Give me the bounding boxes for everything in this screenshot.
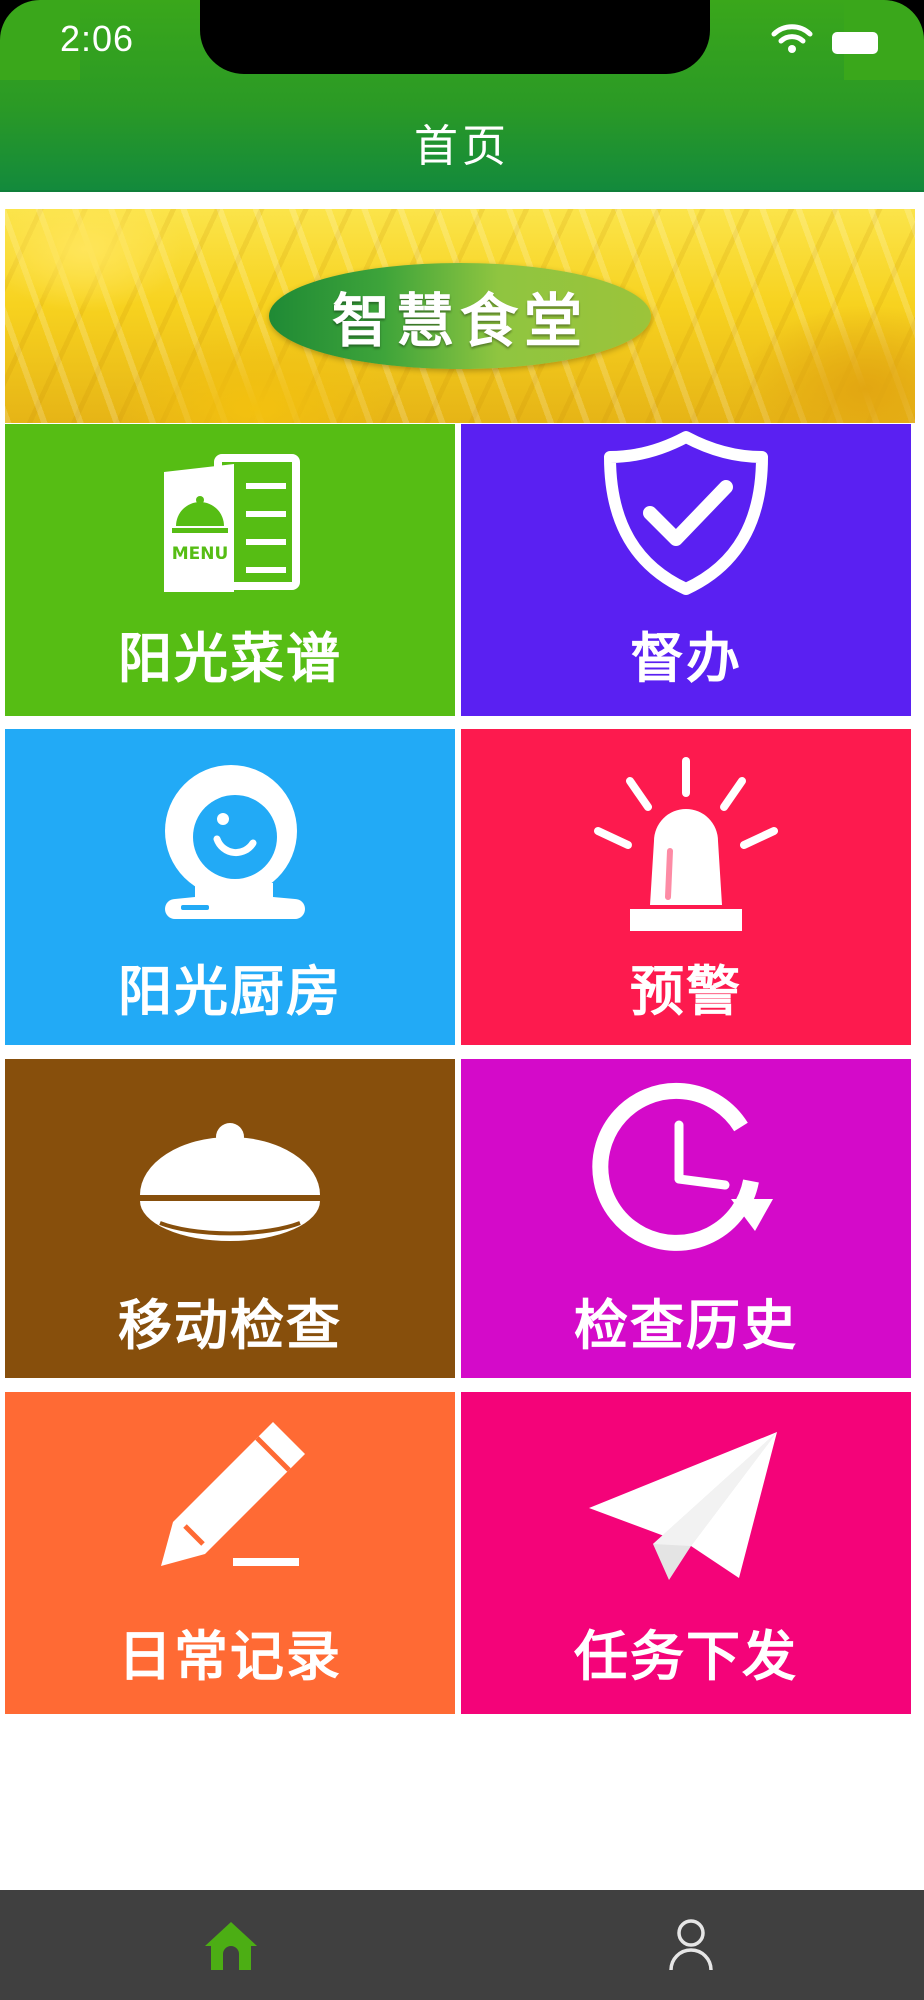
tile-daily-record[interactable]: 日常记录 xyxy=(5,1392,455,1714)
banner-image: 智慧食堂 xyxy=(5,209,915,423)
shield-check-icon xyxy=(604,431,768,595)
user-icon[interactable] xyxy=(668,1918,714,1972)
alarm-siren-icon xyxy=(594,757,778,931)
svg-text:MENU: MENU xyxy=(172,544,229,564)
tile-label: 日常记录 xyxy=(118,1625,342,1688)
device-notch xyxy=(200,0,710,74)
tile-mobile-inspection[interactable]: 移动检查 xyxy=(5,1059,455,1378)
status-time: 2:06 xyxy=(60,18,135,59)
tile-label: 检查历史 xyxy=(574,1294,798,1357)
tile-supervision[interactable]: 督办 xyxy=(461,424,911,716)
tile-sunshine-menu[interactable]: MENU 阳光菜谱 xyxy=(5,424,455,716)
menu-icon: MENU xyxy=(164,454,300,592)
home-icon[interactable] xyxy=(203,1920,259,1972)
wifi-icon xyxy=(771,24,813,53)
battery-icon xyxy=(832,32,878,54)
tile-label: 预警 xyxy=(630,960,742,1023)
webcam-icon xyxy=(165,765,305,919)
pencil-icon xyxy=(161,1422,305,1566)
tile-sunshine-kitchen[interactable]: 阳光厨房 xyxy=(5,729,455,1045)
nav-bar: 2:06 首页 xyxy=(0,0,924,192)
page-title: 首页 xyxy=(414,121,510,172)
logo-text: 智慧食堂 xyxy=(331,287,588,355)
tile-label: 阳光厨房 xyxy=(118,960,342,1023)
canteen-logo: 智慧食堂 xyxy=(269,263,651,369)
tile-label: 督办 xyxy=(630,627,742,690)
paper-plane-icon xyxy=(589,1432,777,1580)
dish-cover-icon xyxy=(140,1123,320,1241)
screen-corner xyxy=(0,0,80,80)
screen-corner xyxy=(844,0,924,80)
clock-history-icon xyxy=(592,1082,773,1251)
tile-label: 任务下发 xyxy=(574,1625,798,1688)
tile-label: 移动检查 xyxy=(118,1294,342,1357)
tile-label: 阳光菜谱 xyxy=(118,627,342,690)
tile-task-dispatch[interactable]: 任务下发 xyxy=(461,1392,911,1714)
tile-warning[interactable]: 预警 xyxy=(461,729,911,1045)
tile-inspection-history[interactable]: 检查历史 xyxy=(461,1059,911,1378)
tab-bar xyxy=(0,1890,924,2000)
